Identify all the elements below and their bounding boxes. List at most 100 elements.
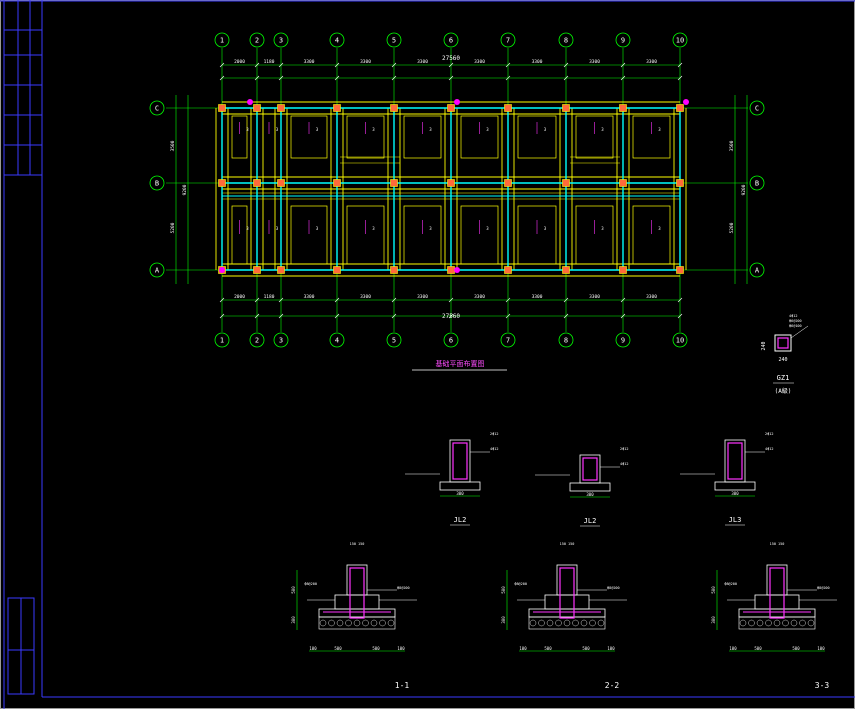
dim-text: 3300 [417,294,428,300]
pad-number: 3 [658,127,661,132]
axis-bubble-label-6: 6 [449,337,453,345]
gz1-height: 240 [761,341,767,350]
axis-bubble-label-1: 1 [220,37,224,45]
jl-label-3: JL3 [729,516,742,524]
axis-bubble-label-5: 5 [392,337,396,345]
column-node [277,179,285,187]
column-node [676,179,684,187]
axis-bubble-label-5: 5 [392,37,396,45]
column-node [504,266,512,274]
jl-section-3: 300 4ф12 2ф12 JL3 [680,432,773,526]
pad-number: 3 [544,127,547,132]
foundation-section-1: 100 500 500 100 500 300 150 150 ф8@200 ф8@200 1-1 [291,542,417,690]
column-nodes [218,99,689,274]
rebar-label: 2ф12 [765,432,773,436]
dim-text: 1180 [264,294,275,300]
pad-number: 3 [316,226,319,231]
pad-lower [460,205,499,265]
pad-lower [575,205,614,265]
dim-text: 3300 [646,294,657,300]
dim-text: 3500 [170,140,176,151]
pad-number: 3 [246,226,249,231]
axis-bubble-label-2: 2 [255,37,259,45]
pad-number: 3 [276,127,279,132]
column-node [619,179,627,187]
section-dim: 500 [792,646,800,651]
pad-lower [346,205,385,265]
column-node [390,266,398,274]
overall-length-top: 27560 [442,55,460,62]
section-dim: 100 [817,646,825,651]
axis-bubble-label-B: B [755,180,759,188]
pad-number: 3 [246,127,249,132]
dim-text: 3300 [360,59,371,65]
rebar-label: ф8@200 [397,586,410,590]
dim-text: 3300 [304,59,315,65]
section-dim: 500 [334,646,342,651]
section-dim: 300 [501,616,506,624]
rebar-label: 2ф12 [620,447,628,451]
jl-section-1: 300 4ф12 2ф12 JL2 [405,432,498,526]
pad-number: 3 [429,127,432,132]
column-node [562,266,570,274]
column-node [447,179,455,187]
pad-number: 3 [486,127,489,132]
section-dim: 300 [711,616,716,624]
pad-number: 3 [544,226,547,231]
svg-text:ф6@200: ф6@200 [789,319,802,323]
dim-text: 3300 [589,294,600,300]
column-node [253,266,261,274]
column-node [333,104,341,112]
pad-number: 3 [601,127,604,132]
dim-text: 3300 [474,294,485,300]
jl-section-details: 300 4ф12 2ф12 JL2 300 4ф12 2ф12 JL2 300 4ф12 2ф12 J… [405,432,773,527]
foundation-plan: 3 3 3 3 3 3 3 3 3 3 3 3 3 3 3 3 3 3 1 1 2 2 3 3 4 4 5 5 6 6 7 7 8 8 9 9 10 1… [149,32,765,371]
column-marker [219,267,225,273]
sheet-frame [0,0,855,709]
jl-label-2: JL2 [584,517,597,525]
section-dim: 150 150 [560,542,575,546]
column-node [504,179,512,187]
axis-bubble-label-4: 4 [335,337,339,345]
section-label-3: 3-3 [815,681,830,690]
column-node [390,179,398,187]
section-dim: 500 [544,646,552,651]
column-node [333,179,341,187]
gz1-width: 240 [778,357,787,363]
section-label-2: 2-2 [605,681,620,690]
dim-text: 2000 [234,59,245,65]
section-dim: 100 [519,646,527,651]
pad-number: 3 [372,127,375,132]
column-node [277,266,285,274]
rebar-label: 4ф12 [490,447,498,451]
rebar-label: ф8@200 [607,586,620,590]
dim-text: 1180 [264,59,275,65]
axis-bubble-label-B: B [155,180,159,188]
cad-drawing: 3 3 3 3 3 3 3 3 3 3 3 3 3 3 3 3 3 3 1 1 2 2 3 3 4 4 5 5 6 6 7 7 8 8 9 9 10 1… [0,0,855,709]
dim-text: 5200 [170,222,176,233]
dim-text: 3300 [360,294,371,300]
axis-bubble-label-2: 2 [255,337,259,345]
dim-text: 2000 [234,294,245,300]
dim-text: 3300 [304,294,315,300]
jl-label-1: JL2 [454,516,467,524]
plan-caption: 基础平面布置图 [436,359,485,368]
jl-section-2: 300 4ф12 2ф12 JL2 [535,447,628,527]
rebar-label: ф8@200 [514,582,527,586]
axis-bubble-label-1: 1 [220,337,224,345]
dim-text: 9200 [741,184,747,195]
axis-bubble-label-10: 10 [676,337,684,345]
section-dim: 150 150 [350,542,365,546]
dim-text: 3300 [589,59,600,65]
axis-bubble-label-C: C [155,105,159,113]
rebar-label: ф8@200 [304,582,317,586]
svg-text:4ф12: 4ф12 [789,314,797,318]
dim-text: 3300 [532,59,543,65]
gz1-label: GZ1 [777,374,790,382]
column-node [562,104,570,112]
pad-number: 3 [486,226,489,231]
section-dim: 100 [397,646,405,651]
rebar-label: 4ф12 [620,462,628,466]
axis-bubble-label-7: 7 [506,337,510,345]
pad-lower [632,205,671,265]
